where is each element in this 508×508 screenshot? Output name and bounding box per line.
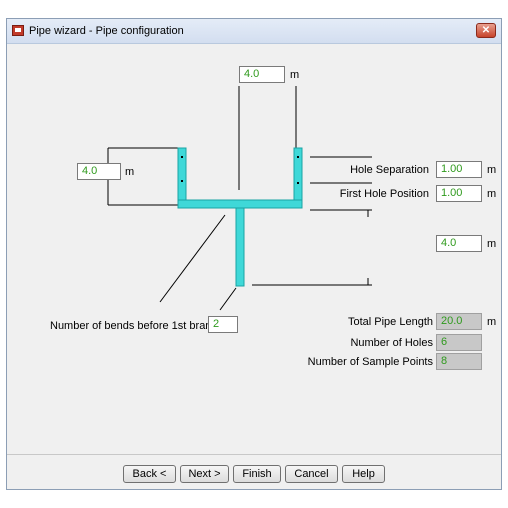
top-length-unit: m	[290, 69, 300, 81]
hole-marker	[181, 180, 183, 182]
total-pipe-length-unit: m	[487, 316, 497, 328]
number-of-holes-label: Number of Holes	[350, 337, 433, 349]
number-of-holes-field: 6	[436, 334, 482, 351]
bends-field[interactable]: 2	[208, 316, 238, 333]
bend-pointer-line-2	[219, 287, 237, 311]
finish-button[interactable]: Finish	[233, 465, 281, 483]
total-pipe-length-label: Total Pipe Length	[347, 316, 433, 328]
horizontal-header-pipe	[177, 199, 303, 209]
hole-separation-label: Hole Separation	[350, 164, 429, 176]
total-pipe-length-field: 20.0	[436, 313, 482, 330]
right-length-field[interactable]: 4.0	[436, 235, 482, 252]
next-button[interactable]: Next >	[180, 465, 229, 483]
top-length-field[interactable]: 4.0	[239, 66, 285, 83]
button-bar-divider	[7, 454, 501, 455]
hole-separation-field[interactable]: 1.00	[436, 161, 482, 178]
bend-pointer-line-1	[159, 214, 226, 303]
left-length-unit: m	[125, 166, 135, 178]
right-length-unit: m	[487, 238, 497, 250]
back-button[interactable]: Back <	[123, 465, 176, 483]
bends-label: Number of bends before 1st branch	[50, 320, 224, 332]
left-length-field[interactable]: 4.0	[77, 163, 121, 180]
first-hole-position-label: First Hole Position	[339, 188, 429, 200]
first-hole-position-unit: m	[487, 188, 497, 200]
cancel-button[interactable]: Cancel	[285, 465, 338, 483]
number-of-sample-points-field: 8	[436, 353, 482, 370]
help-button[interactable]: Help	[342, 465, 385, 483]
number-of-sample-points-label: Number of Sample Points	[307, 356, 433, 368]
hole-marker	[181, 156, 183, 158]
first-hole-position-field[interactable]: 1.00	[436, 185, 482, 202]
stem-pipe	[235, 207, 245, 287]
hole-separation-unit: m	[487, 164, 497, 176]
hole-marker	[297, 182, 299, 184]
hole-marker	[297, 156, 299, 158]
